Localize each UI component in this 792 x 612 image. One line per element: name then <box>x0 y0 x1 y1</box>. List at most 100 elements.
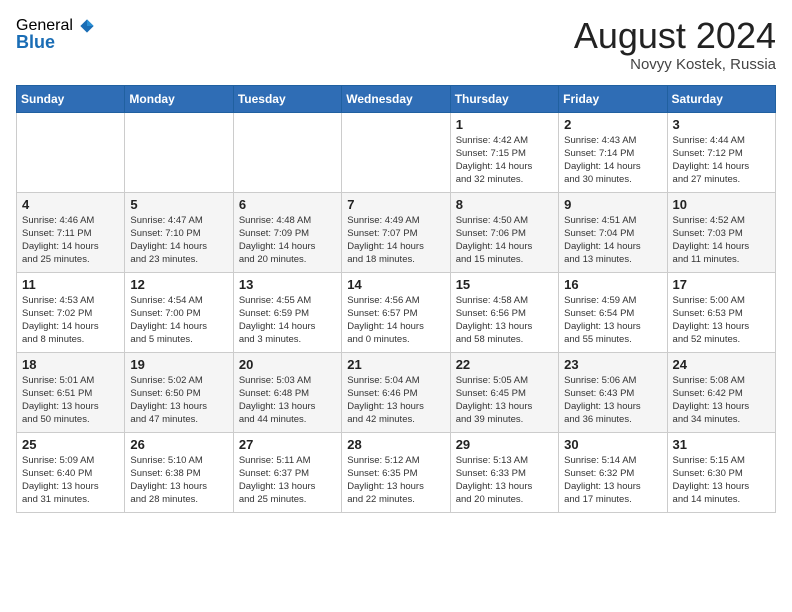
day-number: 27 <box>239 437 336 452</box>
logo-icon <box>77 16 97 36</box>
day-detail: Sunrise: 4:50 AM Sunset: 7:06 PM Dayligh… <box>456 214 553 267</box>
day-cell: 26 Sunrise: 5:10 AM Sunset: 6:38 PM Dayli… <box>125 432 233 512</box>
day-cell: 9 Sunrise: 4:51 AM Sunset: 7:04 PM Daylig… <box>559 192 667 272</box>
day-detail: Sunrise: 4:48 AM Sunset: 7:09 PM Dayligh… <box>239 214 336 267</box>
logo: General Blue <box>16 16 97 53</box>
day-cell: 18 Sunrise: 5:01 AM Sunset: 6:51 PM Dayli… <box>17 352 125 432</box>
day-number: 8 <box>456 197 553 212</box>
logo-blue: Blue <box>16 32 55 53</box>
day-cell: 1Sunrise: 4:42 AM Sunset: 7:15 PM Daylig… <box>450 112 558 192</box>
day-number: 15 <box>456 277 553 292</box>
day-detail: Sunrise: 5:09 AM Sunset: 6:40 PM Dayligh… <box>22 454 119 507</box>
day-detail: Sunrise: 5:01 AM Sunset: 6:51 PM Dayligh… <box>22 374 119 427</box>
day-detail: Sunrise: 5:13 AM Sunset: 6:33 PM Dayligh… <box>456 454 553 507</box>
day-number: 29 <box>456 437 553 452</box>
day-detail: Sunrise: 4:53 AM Sunset: 7:02 PM Dayligh… <box>22 294 119 347</box>
day-cell: 29 Sunrise: 5:13 AM Sunset: 6:33 PM Dayli… <box>450 432 558 512</box>
week-row-4: 18 Sunrise: 5:01 AM Sunset: 6:51 PM Dayli… <box>17 352 776 432</box>
day-number: 3 <box>673 117 770 132</box>
day-detail: Sunrise: 4:58 AM Sunset: 6:56 PM Dayligh… <box>456 294 553 347</box>
day-number: 24 <box>673 357 770 372</box>
day-cell: 15 Sunrise: 4:58 AM Sunset: 6:56 PM Dayli… <box>450 272 558 352</box>
day-cell: 10 Sunrise: 4:52 AM Sunset: 7:03 PM Dayli… <box>667 192 775 272</box>
column-header-friday: Friday <box>559 85 667 112</box>
column-header-tuesday: Tuesday <box>233 85 341 112</box>
title-section: August 2024 Novyy Kostek, Russia <box>574 16 776 73</box>
day-cell <box>342 112 450 192</box>
day-cell: 12 Sunrise: 4:54 AM Sunset: 7:00 PM Dayli… <box>125 272 233 352</box>
day-cell: 14Sunrise: 4:56 AM Sunset: 6:57 PM Dayli… <box>342 272 450 352</box>
day-cell <box>233 112 341 192</box>
day-cell: 5Sunrise: 4:47 AM Sunset: 7:10 PM Daylig… <box>125 192 233 272</box>
day-number: 21 <box>347 357 444 372</box>
day-detail: Sunrise: 4:54 AM Sunset: 7:00 PM Dayligh… <box>130 294 227 347</box>
day-number: 23 <box>564 357 661 372</box>
header-row: SundayMondayTuesdayWednesdayThursdayFrid… <box>17 85 776 112</box>
day-number: 17 <box>673 277 770 292</box>
day-cell: 13 Sunrise: 4:55 AM Sunset: 6:59 PM Dayli… <box>233 272 341 352</box>
column-header-saturday: Saturday <box>667 85 775 112</box>
day-cell: 23Sunrise: 5:06 AM Sunset: 6:43 PM Dayli… <box>559 352 667 432</box>
day-number: 31 <box>673 437 770 452</box>
day-number: 19 <box>130 357 227 372</box>
day-number: 26 <box>130 437 227 452</box>
day-number: 9 <box>564 197 661 212</box>
column-header-thursday: Thursday <box>450 85 558 112</box>
day-cell: 3Sunrise: 4:44 AM Sunset: 7:12 PM Daylig… <box>667 112 775 192</box>
day-number: 28 <box>347 437 444 452</box>
day-cell: 4 Sunrise: 4:46 AM Sunset: 7:11 PM Daylig… <box>17 192 125 272</box>
day-detail: Sunrise: 5:12 AM Sunset: 6:35 PM Dayligh… <box>347 454 444 507</box>
day-number: 10 <box>673 197 770 212</box>
day-cell: 6 Sunrise: 4:48 AM Sunset: 7:09 PM Daylig… <box>233 192 341 272</box>
day-number: 16 <box>564 277 661 292</box>
day-detail: Sunrise: 4:46 AM Sunset: 7:11 PM Dayligh… <box>22 214 119 267</box>
day-detail: Sunrise: 4:52 AM Sunset: 7:03 PM Dayligh… <box>673 214 770 267</box>
day-detail: Sunrise: 5:04 AM Sunset: 6:46 PM Dayligh… <box>347 374 444 427</box>
day-detail: Sunrise: 5:11 AM Sunset: 6:37 PM Dayligh… <box>239 454 336 507</box>
day-cell <box>125 112 233 192</box>
day-detail: Sunrise: 4:59 AM Sunset: 6:54 PM Dayligh… <box>564 294 661 347</box>
column-header-wednesday: Wednesday <box>342 85 450 112</box>
day-number: 12 <box>130 277 227 292</box>
day-number: 1 <box>456 117 553 132</box>
day-cell: 21 Sunrise: 5:04 AM Sunset: 6:46 PM Dayli… <box>342 352 450 432</box>
day-cell: 22Sunrise: 5:05 AM Sunset: 6:45 PM Dayli… <box>450 352 558 432</box>
day-detail: Sunrise: 5:14 AM Sunset: 6:32 PM Dayligh… <box>564 454 661 507</box>
day-number: 11 <box>22 277 119 292</box>
day-cell: 7Sunrise: 4:49 AM Sunset: 7:07 PM Daylig… <box>342 192 450 272</box>
day-cell: 25 Sunrise: 5:09 AM Sunset: 6:40 PM Dayli… <box>17 432 125 512</box>
day-number: 30 <box>564 437 661 452</box>
day-detail: Sunrise: 4:55 AM Sunset: 6:59 PM Dayligh… <box>239 294 336 347</box>
day-cell: 17 Sunrise: 5:00 AM Sunset: 6:53 PM Dayli… <box>667 272 775 352</box>
day-cell: 31 Sunrise: 5:15 AM Sunset: 6:30 PM Dayli… <box>667 432 775 512</box>
day-number: 18 <box>22 357 119 372</box>
week-row-5: 25 Sunrise: 5:09 AM Sunset: 6:40 PM Dayli… <box>17 432 776 512</box>
day-detail: Sunrise: 5:05 AM Sunset: 6:45 PM Dayligh… <box>456 374 553 427</box>
day-cell <box>17 112 125 192</box>
day-number: 25 <box>22 437 119 452</box>
day-number: 14 <box>347 277 444 292</box>
day-number: 5 <box>130 197 227 212</box>
column-header-sunday: Sunday <box>17 85 125 112</box>
day-cell: 24Sunrise: 5:08 AM Sunset: 6:42 PM Dayli… <box>667 352 775 432</box>
day-detail: Sunrise: 5:02 AM Sunset: 6:50 PM Dayligh… <box>130 374 227 427</box>
page-header: General Blue August 2024 Novyy Kostek, R… <box>16 16 776 73</box>
week-row-1: 1Sunrise: 4:42 AM Sunset: 7:15 PM Daylig… <box>17 112 776 192</box>
day-number: 20 <box>239 357 336 372</box>
day-detail: Sunrise: 4:51 AM Sunset: 7:04 PM Dayligh… <box>564 214 661 267</box>
day-detail: Sunrise: 5:10 AM Sunset: 6:38 PM Dayligh… <box>130 454 227 507</box>
day-number: 4 <box>22 197 119 212</box>
day-number: 13 <box>239 277 336 292</box>
day-cell: 8 Sunrise: 4:50 AM Sunset: 7:06 PM Daylig… <box>450 192 558 272</box>
day-detail: Sunrise: 4:43 AM Sunset: 7:14 PM Dayligh… <box>564 134 661 187</box>
day-detail: Sunrise: 5:15 AM Sunset: 6:30 PM Dayligh… <box>673 454 770 507</box>
column-header-monday: Monday <box>125 85 233 112</box>
day-number: 6 <box>239 197 336 212</box>
day-cell: 20Sunrise: 5:03 AM Sunset: 6:48 PM Dayli… <box>233 352 341 432</box>
day-cell: 30 Sunrise: 5:14 AM Sunset: 6:32 PM Dayli… <box>559 432 667 512</box>
day-cell: 11 Sunrise: 4:53 AM Sunset: 7:02 PM Dayli… <box>17 272 125 352</box>
day-detail: Sunrise: 5:00 AM Sunset: 6:53 PM Dayligh… <box>673 294 770 347</box>
day-number: 7 <box>347 197 444 212</box>
week-row-3: 11 Sunrise: 4:53 AM Sunset: 7:02 PM Dayli… <box>17 272 776 352</box>
day-number: 2 <box>564 117 661 132</box>
